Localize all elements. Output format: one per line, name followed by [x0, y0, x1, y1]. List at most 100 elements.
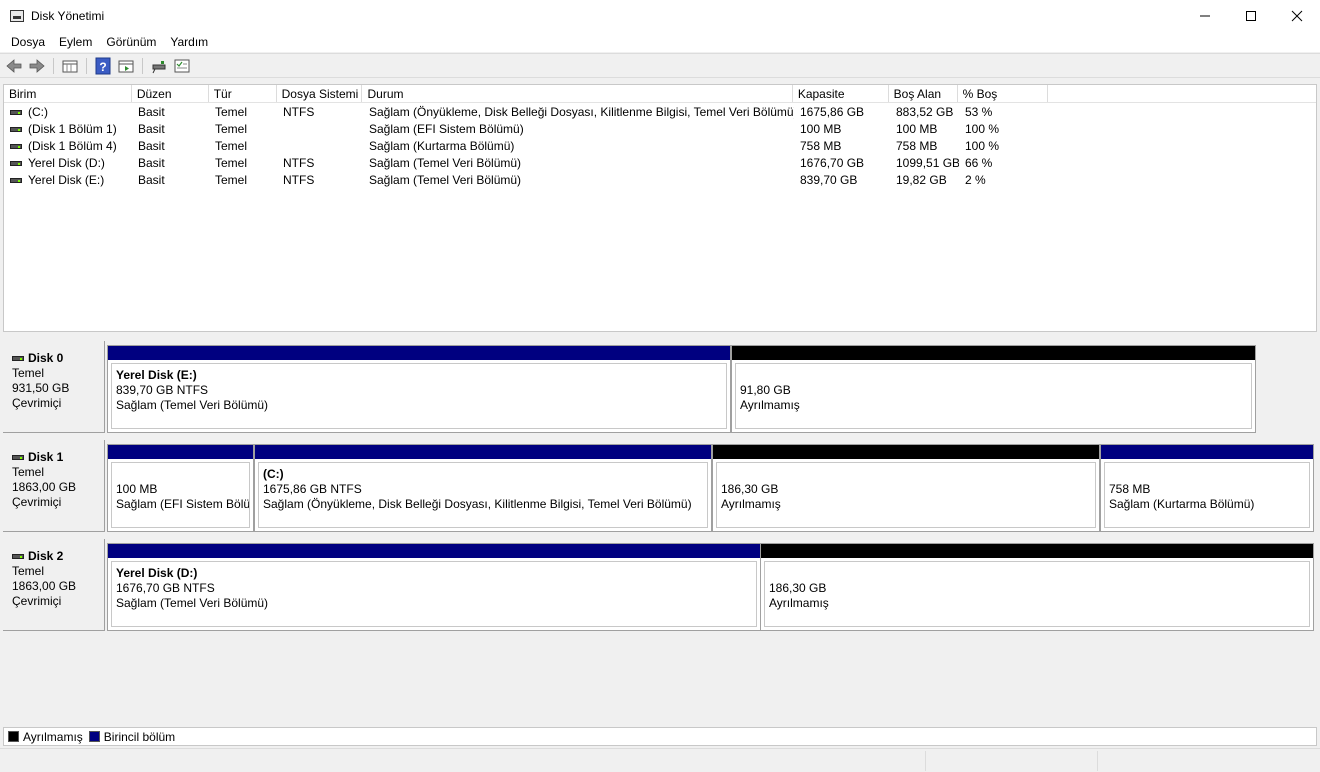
partition-size: 186,30 GB — [769, 581, 827, 595]
cell-birim: Yerel Disk (D:) — [4, 155, 132, 172]
volume-row[interactable]: Yerel Disk (E:) Basit Temel NTFS Sağlam (Tem… — [4, 172, 1316, 189]
volume-name: Yerel Disk (E:) — [28, 173, 105, 187]
status-bar-segment — [925, 751, 926, 771]
partition-color-bar — [255, 445, 711, 459]
volume-drive-icon — [10, 110, 22, 115]
primary-partition[interactable]: Yerel Disk (D:) 1676,70 GB NTFS Sağlam (Te… — [107, 543, 761, 631]
cell-duzen: Basit — [138, 173, 165, 187]
legend-swatch-primary — [88, 731, 100, 742]
volume-list-button[interactable] — [60, 57, 80, 75]
cell-kapasite: 1675,86 GB — [800, 105, 865, 119]
status-bar-segment — [1097, 751, 1098, 771]
disk-name-text: Disk 2 — [28, 549, 64, 563]
partition-details: 100 MB Sağlam (EFI Sistem Bölür — [111, 462, 250, 528]
forward-button[interactable] — [27, 57, 47, 75]
properties-button[interactable] — [116, 57, 136, 75]
column-header-empty — [1048, 85, 1316, 102]
cell-kapasite: 839,70 GB — [800, 173, 858, 187]
primary-partition[interactable]: 100 MB Sağlam (EFI Sistem Bölür — [107, 444, 254, 532]
column-header-duzen[interactable]: Düzen — [132, 85, 209, 102]
maximize-button[interactable] — [1228, 0, 1274, 32]
volume-drive-icon — [10, 161, 22, 166]
menu-yardim[interactable]: Yardım — [163, 35, 215, 49]
unallocated-partition[interactable]: 186,30 GB Ayrılmamış — [760, 543, 1314, 631]
cell-duzen: Basit — [138, 122, 165, 136]
cell-tur: Temel — [215, 156, 248, 170]
back-icon — [6, 58, 22, 73]
close-button[interactable] — [1274, 0, 1320, 32]
volume-name: (Disk 1 Bölüm 4) — [28, 139, 117, 153]
title-bar: Disk Yönetimi — [0, 0, 1320, 32]
menu-eylem[interactable]: Eylem — [52, 35, 99, 49]
window-title: Disk Yönetimi — [31, 9, 105, 23]
disk-label[interactable]: Disk 2 Temel 1863,00 GB Çevrimiçi — [3, 539, 105, 631]
column-header-dosya-sistemi[interactable]: Dosya Sistemi — [277, 85, 363, 102]
partition-name — [740, 368, 1247, 383]
partition-color-bar — [732, 346, 1255, 360]
column-header-durum[interactable]: Durum — [362, 85, 793, 102]
partition-status: Ayrılmamış — [740, 398, 800, 412]
column-header-bos-alan[interactable]: Boş Alan — [889, 85, 958, 102]
rescan-button[interactable] — [172, 57, 192, 75]
column-header-birim[interactable]: Birim — [4, 85, 132, 102]
primary-partition[interactable]: Yerel Disk (E:) 839,70 GB NTFS Sağlam (Tem… — [107, 345, 731, 433]
minimize-button[interactable] — [1182, 0, 1228, 32]
window-controls — [1182, 0, 1320, 32]
primary-partition[interactable]: 758 MB Sağlam (Kurtarma Bölümü) — [1100, 444, 1314, 532]
cell-durum: Sağlam (Temel Veri Bölümü) — [369, 156, 522, 170]
disk-row: Disk 1 Temel 1863,00 GB Çevrimiçi 100 MB Sağl… — [3, 436, 1317, 533]
column-header-kapasite[interactable]: Kapasite — [793, 85, 889, 102]
volume-drive-icon — [10, 127, 22, 132]
cell-yuzde-bos: 2 % — [965, 173, 986, 187]
connect-button[interactable] — [149, 57, 169, 75]
legend-label-unallocated: Ayrılmamış — [23, 729, 83, 744]
column-header-yuzde-bos[interactable]: % Boş — [958, 85, 1049, 102]
help-icon: ? — [95, 57, 111, 74]
toolbar: ? — [0, 53, 1320, 78]
volume-row[interactable]: (Disk 1 Bölüm 4) Basit Temel Sağlam (Kurtar… — [4, 138, 1316, 155]
cell-bos-alan: 100 MB — [896, 122, 938, 136]
partition-name — [116, 467, 245, 482]
cell-dosya-sistemi: NTFS — [283, 156, 315, 170]
volume-name: (Disk 1 Bölüm 1) — [28, 122, 117, 136]
partition-details: 186,30 GB Ayrılmamış — [764, 561, 1310, 627]
partition-status: Sağlam (Temel Veri Bölümü) — [116, 596, 269, 610]
unallocated-partition[interactable]: 186,30 GB Ayrılmamış — [712, 444, 1100, 532]
help-button[interactable]: ? — [93, 57, 113, 75]
toolbar-separator — [86, 57, 87, 74]
disk-name-text: Disk 0 — [28, 351, 64, 365]
cell-bos-alan: 883,52 GB — [896, 105, 954, 119]
cell-duzen: Basit — [138, 139, 165, 153]
partition-status: Sağlam (EFI Sistem Bölür — [116, 497, 250, 511]
partition-size: 186,30 GB — [721, 482, 779, 496]
close-icon — [1291, 10, 1303, 22]
volume-name: Yerel Disk (D:) — [28, 156, 105, 170]
disk-row: Disk 2 Temel 1863,00 GB Çevrimiçi Yerel Disk… — [3, 535, 1317, 632]
svg-text:?: ? — [99, 60, 106, 74]
partition-color-bar — [1101, 445, 1313, 459]
cell-yuzde-bos: 100 % — [965, 139, 1000, 153]
disk-label[interactable]: Disk 0 Temel 931,50 GB Çevrimiçi — [3, 341, 105, 433]
partition-details: 91,80 GB Ayrılmamış — [735, 363, 1252, 429]
volume-row[interactable]: (Disk 1 Bölüm 1) Basit Temel Sağlam (EFI Si… — [4, 121, 1316, 138]
primary-partition[interactable]: (C:) 1675,86 GB NTFS Sağlam (Önyükleme, Di… — [254, 444, 712, 532]
volume-list-body: (C:) Basit Temel NTFS Sağlam (Önyükleme, Dis… — [4, 103, 1316, 189]
partition-details: 186,30 GB Ayrılmamış — [716, 462, 1096, 528]
partition-name: Yerel Disk (D:) — [116, 566, 198, 580]
cell-yuzde-bos: 100 % — [965, 122, 1000, 136]
cell-durum: Sağlam (EFI Sistem Bölümü) — [369, 122, 524, 136]
column-header-tur[interactable]: Tür — [209, 85, 277, 102]
unallocated-partition[interactable]: 91,80 GB Ayrılmamış — [731, 345, 1256, 433]
disk-name-text: Disk 1 — [28, 450, 64, 464]
back-button[interactable] — [4, 57, 24, 75]
disk-drive-icon — [12, 356, 24, 361]
disk-size: 1863,00 GB — [12, 480, 77, 494]
disk-label[interactable]: Disk 1 Temel 1863,00 GB Çevrimiçi — [3, 440, 105, 532]
volume-row[interactable]: (C:) Basit Temel NTFS Sağlam (Önyükleme, Dis… — [4, 104, 1316, 121]
menu-dosya[interactable]: Dosya — [4, 35, 52, 49]
partition-status: Sağlam (Önyükleme, Disk Belleği Dosyası,… — [263, 497, 692, 511]
partition-status: Sağlam (Temel Veri Bölümü) — [116, 398, 269, 412]
menu-gorunum[interactable]: Görünüm — [99, 35, 163, 49]
volume-row[interactable]: Yerel Disk (D:) Basit Temel NTFS Sağlam (Tem… — [4, 155, 1316, 172]
disk-management-app-icon — [10, 10, 24, 22]
